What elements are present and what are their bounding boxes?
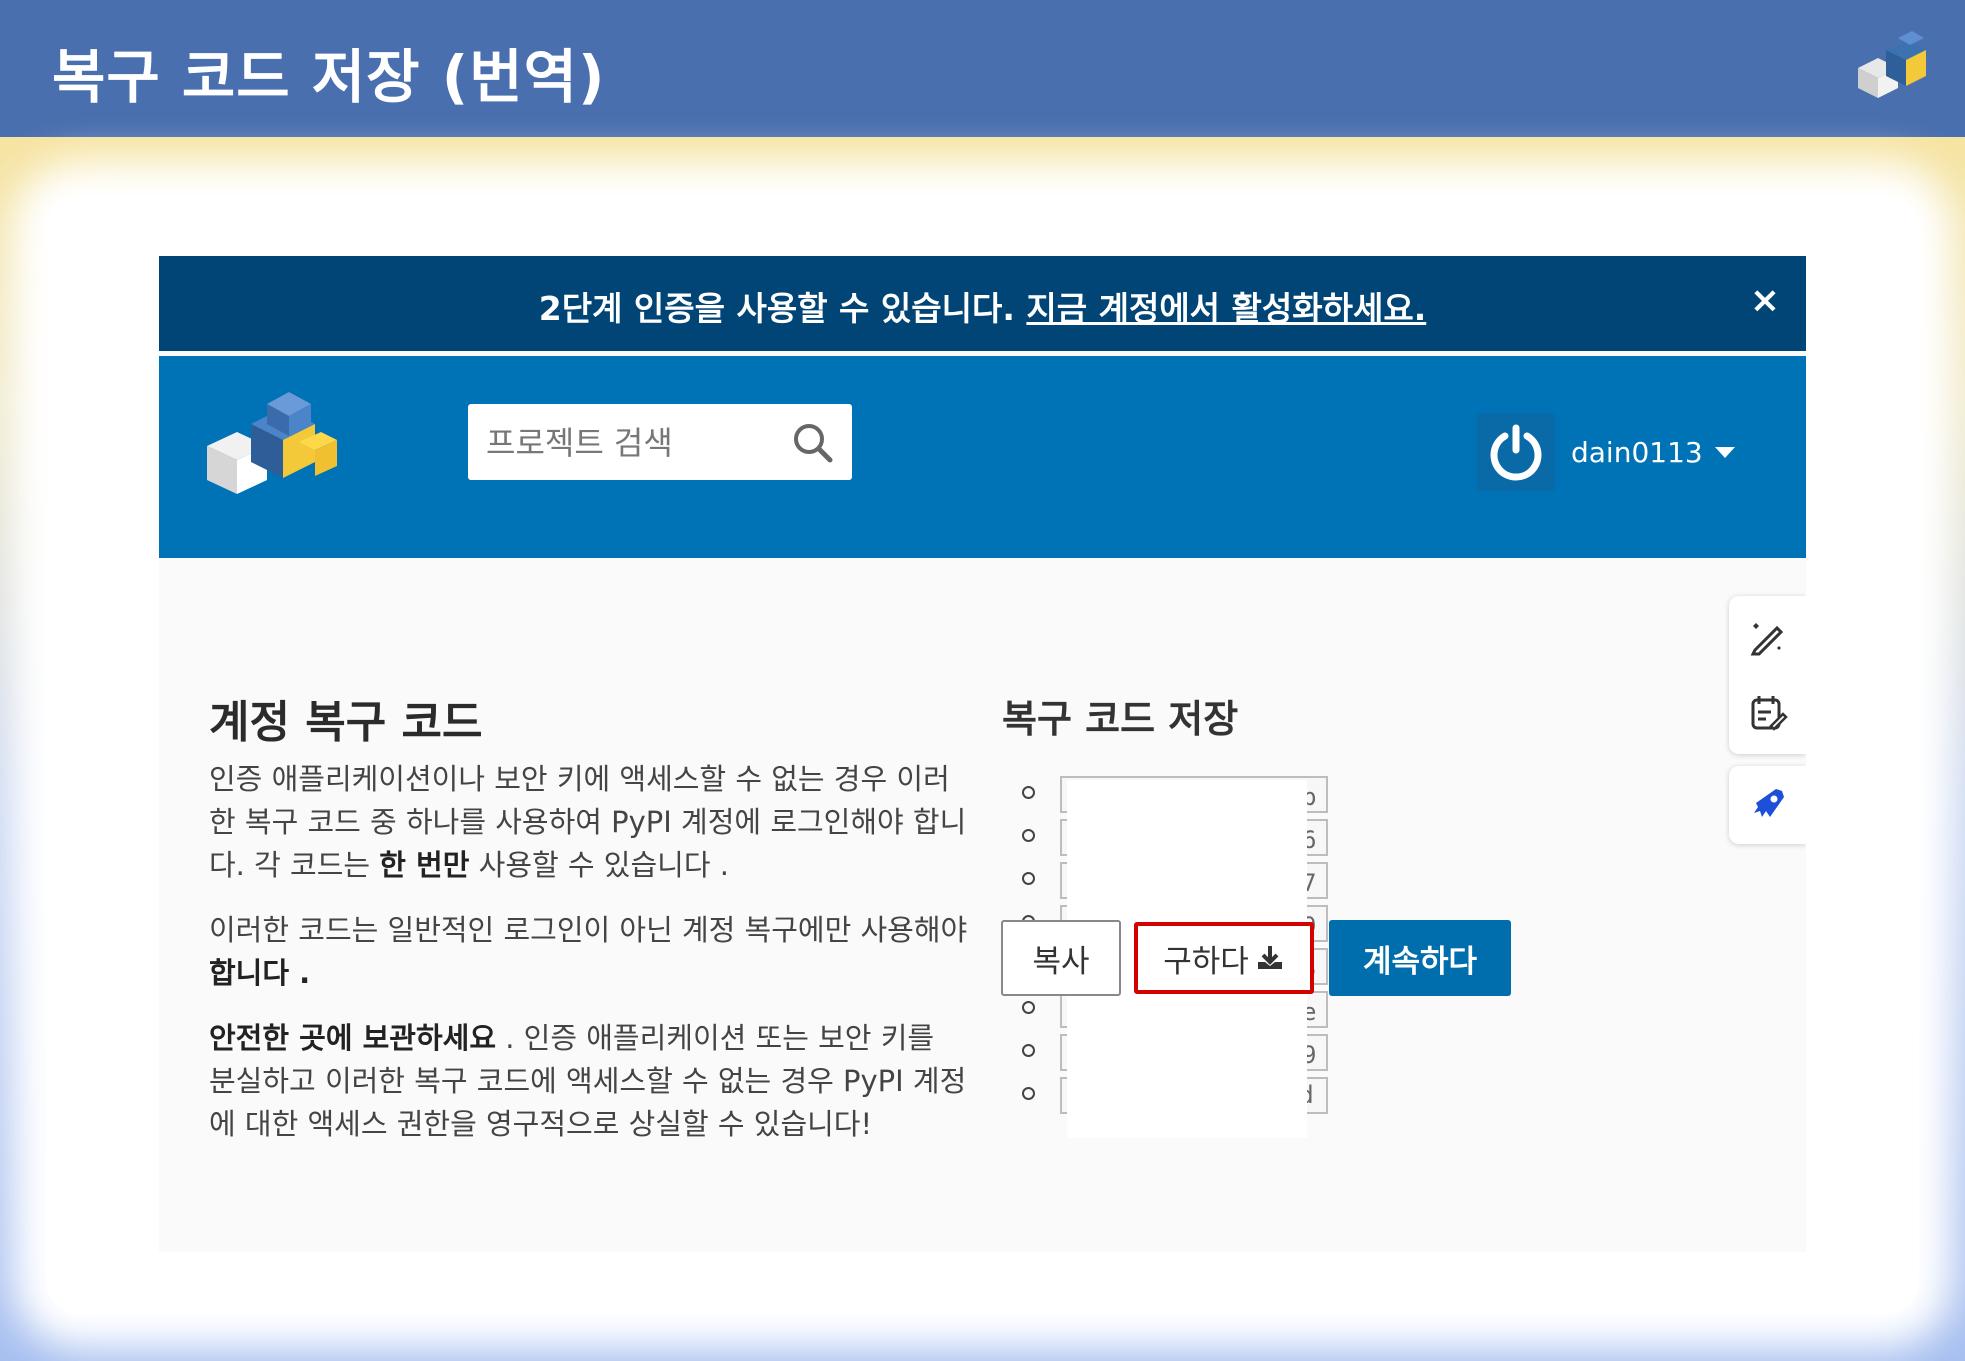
recovery-codes-info: 계정 복구 코드 인증 애플리케이션이나 보안 키에 액세스할 수 없는 경우 …: [209, 686, 969, 1168]
two-factor-banner: 2단계 인증을 사용할 수 있습니다. 지금 계정에서 활성화하세요. ×: [159, 256, 1806, 351]
power-icon: [1490, 424, 1542, 481]
download-icon: [1257, 946, 1282, 969]
download-button[interactable]: 구하다: [1134, 922, 1314, 994]
pypi-logo-icon: [1858, 31, 1926, 98]
info-paragraph-3: 안전한 곳에 보관하세요 . 인증 애플리케이션 또는 보안 키를 분실하고 이…: [209, 1021, 967, 1141]
search-input[interactable]: [484, 414, 788, 472]
project-search: [468, 404, 852, 480]
close-icon[interactable]: ×: [1747, 281, 1783, 321]
edit-ai-icon[interactable]: [1747, 616, 1789, 658]
info-paragraph-2: 이러한 코드는 일반적인 로그인이 아닌 계정 복구에만 사용해야 합니다 .: [209, 913, 968, 990]
bullet-icon: [1022, 1087, 1035, 1100]
copy-button[interactable]: 복사: [1001, 920, 1121, 996]
user-menu[interactable]: dain0113: [1477, 412, 1735, 492]
banner-text: 2단계 인증을 사용할 수 있습니다.: [538, 289, 1015, 328]
save-codes-heading: 복구 코드 저장: [1002, 697, 1239, 741]
username: dain0113: [1571, 435, 1703, 469]
download-label: 구하다: [1163, 943, 1249, 980]
calendar-edit-icon[interactable]: [1747, 692, 1789, 734]
site-header: dain0113: [159, 356, 1806, 558]
page-title: 계정 복구 코드: [209, 697, 483, 748]
info-paragraph-1: 인증 애플리케이션이나 보안 키에 액세스할 수 없는 경우 이러한 복구 코드…: [209, 762, 967, 882]
save-codes-section: 복구 코드 저장 2 6 4 4 9 7 1 5528168546e81676d…: [1002, 688, 1562, 1138]
banner-message: 2단계 인증을 사용할 수 있습니다. 지금 계정에서 활성화하세요.: [159, 282, 1806, 330]
caret-down-icon: [1714, 446, 1735, 458]
search-icon[interactable]: [788, 418, 838, 468]
slide-title: 복구 코드 저장 (번역): [52, 43, 606, 111]
avatar: [1477, 413, 1555, 491]
bullet-icon: [1022, 786, 1035, 799]
continue-button[interactable]: 계속하다: [1329, 920, 1511, 996]
pypi-screenshot: 2단계 인증을 사용할 수 있습니다. 지금 계정에서 활성화하세요. × 프로…: [159, 256, 1806, 1252]
pypi-logo-icon[interactable]: [203, 384, 339, 502]
bullet-icon: [1022, 872, 1035, 885]
bullet-icon: [1022, 1044, 1035, 1057]
slide-title-bar: 복구 코드 저장 (번역): [0, 0, 1965, 137]
rocket-icon: [1754, 789, 1784, 817]
bullet-icon: [1022, 1001, 1035, 1014]
bullet-icon: [1022, 829, 1035, 842]
side-toolbar: [1729, 596, 1806, 754]
rocket-button[interactable]: [1729, 766, 1806, 844]
enable-2fa-link[interactable]: 지금 계정에서 활성화하세요.: [1026, 289, 1426, 328]
